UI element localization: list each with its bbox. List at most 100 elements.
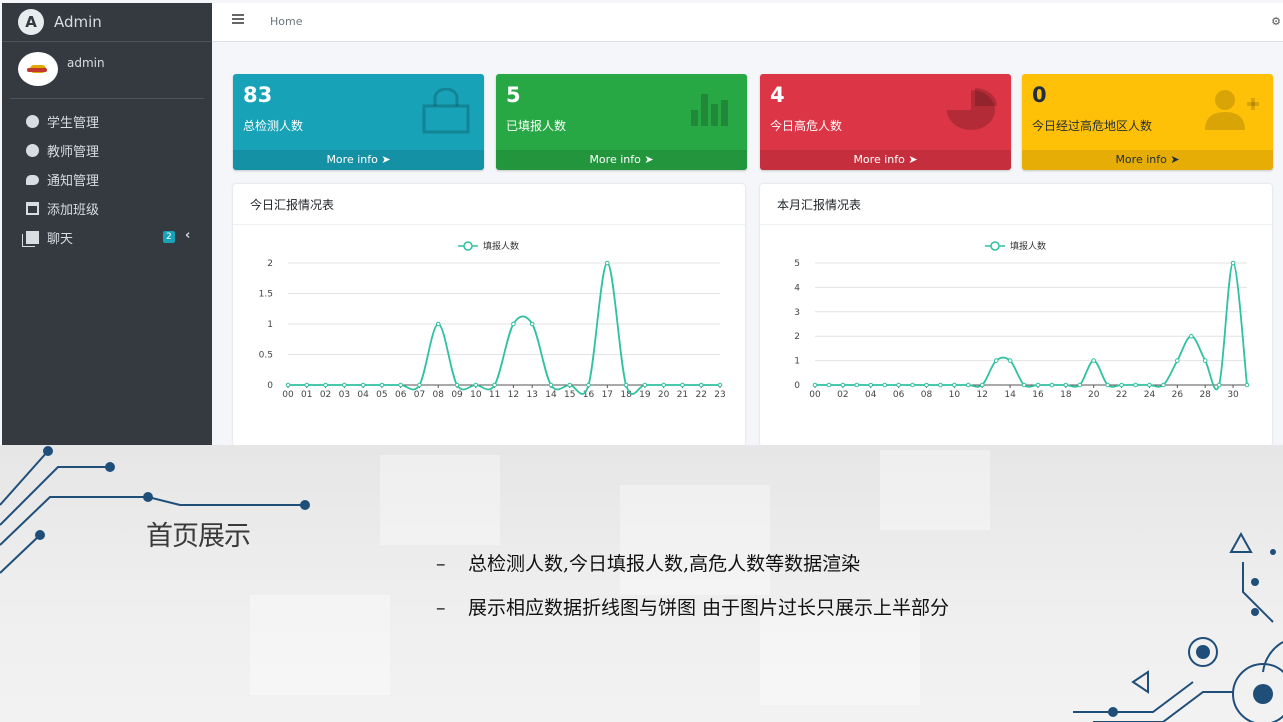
more-info-link[interactable]: More info ➤	[760, 150, 1011, 170]
bg-tile	[250, 595, 390, 695]
legend-label: 填报人数	[1010, 240, 1046, 252]
brand-name: Admin	[54, 13, 102, 31]
x-tick-label: 12	[508, 390, 519, 400]
sidebar-item-students[interactable]: 学生管理	[2, 107, 212, 136]
stat-label: 总检测人数	[243, 119, 304, 133]
chart-card-month: 本月汇报情况表 填报人数 0 1 2 3 4 5 00 02 04 06 08 10 12 14 16 18 20…	[760, 184, 1272, 445]
bg-tile	[380, 455, 500, 545]
y-tick-label: 4	[794, 283, 800, 293]
menu-toggle-icon[interactable]	[232, 14, 244, 24]
top-navbar: Home ⚙	[212, 3, 1283, 42]
data-point	[698, 382, 704, 388]
data-point	[1035, 382, 1041, 388]
data-point	[1216, 382, 1222, 388]
card-title: 今日汇报情况表	[233, 184, 745, 225]
data-point	[1119, 382, 1124, 388]
data-point	[882, 382, 887, 388]
x-tick-label: 17	[602, 390, 613, 400]
data-point	[1202, 358, 1208, 363]
data-point	[1105, 382, 1110, 388]
presentation-slide: 首页展示 – 总检测人数,今日填报人数,高危人数等数据渲染 – 展示相应数据折线图与…	[0, 445, 1283, 722]
legend-marker	[990, 241, 1000, 251]
x-tick-label: 24	[1144, 390, 1156, 400]
arrow-circle-right-icon: ➤	[381, 153, 391, 166]
table-icon	[26, 202, 39, 215]
data-point	[548, 382, 554, 388]
sidebar-item-label: 学生管理	[47, 116, 100, 131]
y-tick-label: 2	[794, 332, 800, 342]
stat-label: 今日经过高危地区人数	[1032, 119, 1153, 133]
bar-chart-icon	[691, 94, 728, 126]
more-info-link[interactable]: More info ➤	[496, 150, 747, 170]
data-point	[1188, 333, 1194, 339]
stat-box-reported: 5 已填报人数 More info ➤	[496, 74, 747, 170]
slide-bullet: – 总检测人数,今日填报人数,高危人数等数据渲染	[436, 549, 860, 576]
data-point	[379, 382, 385, 388]
y-tick-label: 5	[794, 259, 800, 269]
legend-label: 填报人数	[483, 240, 519, 252]
slide-title: 首页展示	[146, 521, 251, 552]
slide-bullet: – 展示相应数据折线图与饼图 由于图片过长只展示上半部分	[436, 593, 949, 620]
more-info-link[interactable]: More info ➤	[1022, 150, 1273, 170]
bg-tile	[760, 615, 920, 705]
data-point	[1077, 382, 1083, 388]
data-point	[1230, 260, 1236, 266]
sidebar-item-teachers[interactable]: 教师管理	[2, 136, 212, 165]
more-info-label: More info	[326, 153, 378, 166]
data-point	[840, 382, 846, 388]
x-tick-label: 04	[865, 390, 877, 400]
stat-box-high-risk: 4 今日高危人数 More info ➤	[760, 74, 1011, 170]
data-point	[435, 321, 441, 327]
x-tick-label: 18	[1060, 390, 1072, 400]
user-circle-icon	[26, 115, 39, 128]
sidebar-item-notices[interactable]: 通知管理	[2, 165, 212, 194]
data-point	[910, 382, 915, 388]
chevron-left-icon[interactable]: ‹	[185, 228, 190, 243]
data-point	[826, 382, 832, 388]
x-tick-label: 08	[921, 390, 933, 400]
y-tick-label: 0	[267, 381, 273, 391]
data-point	[854, 382, 860, 388]
data-point	[586, 382, 591, 388]
data-point	[323, 382, 328, 388]
x-tick-label: 26	[1172, 390, 1184, 400]
user-panel[interactable]: admin	[10, 42, 204, 99]
data-point	[529, 321, 535, 327]
bullet-text: 展示相应数据折线图与饼图 由于图片过长只展示上半部分	[468, 597, 950, 619]
arrow-circle-right-icon: ➤	[1170, 153, 1180, 166]
sidebar-item-label: 通知管理	[47, 174, 100, 189]
gear-icon[interactable]: ⚙	[1271, 15, 1281, 28]
x-tick-label: 04	[357, 390, 369, 400]
x-tick-label: 00	[282, 390, 294, 400]
stat-box-total-tested: 83 总检测人数 More info ➤	[233, 74, 484, 170]
breadcrumb-home[interactable]: Home	[270, 15, 302, 28]
brand[interactable]: A Admin	[2, 3, 212, 42]
stat-box-high-risk-area: 0 今日经过高危地区人数 More info ➤	[1022, 74, 1273, 170]
data-point	[952, 382, 957, 388]
data-point	[398, 382, 403, 388]
more-info-link[interactable]: More info ➤	[233, 150, 484, 170]
stat-value: 0	[1032, 83, 1047, 107]
data-point	[492, 382, 497, 388]
sidebar-item-label: 添加班级	[47, 203, 100, 218]
x-tick-label: 03	[339, 390, 350, 400]
stat-value: 4	[770, 83, 785, 107]
x-tick-label: 30	[1227, 390, 1239, 400]
sidebar-item-chat[interactable]: 聊天 2 ‹	[2, 223, 212, 252]
shopping-bag-icon	[422, 88, 470, 134]
data-point	[661, 382, 666, 388]
x-tick-label: 08	[433, 390, 445, 400]
line-chart-month: 填报人数01234500 02 04 06 08 10 12 14 16 18 20 22 24 26 28…	[794, 240, 1250, 400]
data-point	[812, 382, 818, 388]
data-point	[511, 321, 516, 327]
x-tick-label: 28	[1199, 390, 1211, 400]
x-tick-label: 01	[301, 390, 312, 400]
sidebar: A Admin admin 学生管理 教师管理 通知管理 添加班级 聊天 2 ‹	[2, 3, 212, 445]
data-point	[1244, 382, 1250, 388]
arrow-circle-right-icon: ➤	[644, 153, 654, 166]
sidebar-item-add-class[interactable]: 添加班级	[2, 194, 212, 223]
x-tick-label: 16	[583, 390, 595, 400]
series-line	[814, 262, 1248, 391]
x-tick-label: 20	[658, 390, 670, 400]
legend-marker	[463, 241, 473, 251]
